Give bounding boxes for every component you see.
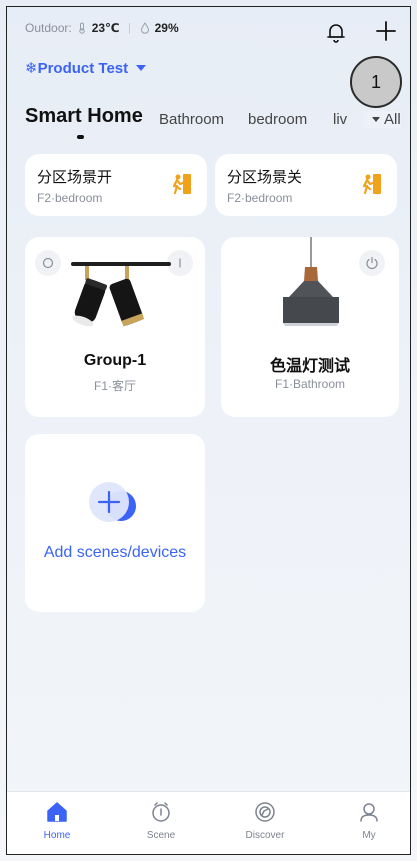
- tab-living[interactable]: liv: [333, 111, 347, 128]
- power-button[interactable]: [359, 250, 385, 276]
- nav-label: Scene: [146, 830, 176, 841]
- nav-label: Discover: [245, 830, 285, 841]
- home-selector[interactable]: ❄Product Test: [25, 59, 147, 77]
- scene-run-icon[interactable]: [361, 172, 383, 196]
- add-scenes-devices-card[interactable]: Add scenes/devices: [25, 434, 205, 612]
- step-marker: 1: [350, 56, 402, 108]
- all-label: All: [384, 111, 401, 128]
- tab-bathroom[interactable]: Bathroom: [159, 111, 224, 128]
- room-tabs: Smart Home Bathroom bedroom liv All: [25, 105, 405, 145]
- device-card-cct-lamp[interactable]: 色温灯测试 F1·Bathroom: [221, 237, 399, 417]
- active-tab-indicator: [77, 135, 84, 139]
- user-icon: [360, 803, 378, 822]
- scene-run-icon[interactable]: [171, 172, 193, 196]
- power-icon: [366, 256, 378, 270]
- device-select-button[interactable]: [35, 250, 61, 276]
- weather-status: Outdoor: 23℃ 29%: [25, 21, 179, 35]
- nav-my[interactable]: My: [329, 800, 409, 841]
- nav-scene[interactable]: Scene: [121, 800, 201, 841]
- home-icon: [47, 802, 67, 822]
- nav-discover[interactable]: Discover: [225, 800, 305, 841]
- device-card-group-1[interactable]: Group-1 F1·客厅: [25, 237, 205, 417]
- device-room: F1·客厅: [93, 379, 136, 393]
- nav-label: My: [362, 830, 376, 841]
- track-light-icon: [72, 266, 145, 327]
- humidity-value: 29%: [154, 21, 179, 35]
- humidity-icon: [140, 22, 149, 34]
- temperature-value: 23℃: [91, 21, 120, 35]
- outdoor-label: Outdoor:: [25, 21, 72, 35]
- all-rooms-dropdown[interactable]: All: [358, 111, 401, 128]
- device-name: 色温灯测试: [269, 358, 350, 375]
- nav-label: Home: [43, 830, 71, 841]
- home-name: ❄Product Test: [25, 60, 129, 77]
- caret-down-icon: [372, 117, 380, 122]
- power-line-icon: [179, 258, 181, 268]
- tab-bedroom[interactable]: bedroom: [248, 111, 307, 128]
- add-label: Add scenes/devices: [43, 544, 187, 561]
- add-device-icon: [89, 482, 136, 522]
- scene-card-on[interactable]: 分区场景开 F2·bedroom: [25, 154, 207, 216]
- nav-home[interactable]: Home: [17, 800, 97, 841]
- circle-icon: [42, 257, 54, 269]
- tab-smart-home[interactable]: Smart Home: [25, 105, 143, 128]
- device-room: F1·Bathroom: [274, 377, 346, 391]
- add-icon[interactable]: [374, 19, 398, 43]
- bell-icon[interactable]: [325, 21, 347, 43]
- compass-icon: [255, 802, 275, 822]
- thermometer-icon: [79, 22, 85, 34]
- scene-card-off[interactable]: 分区场景关 F2·bedroom: [215, 154, 397, 216]
- caret-down-icon: [136, 65, 147, 71]
- app-frame: Outdoor: 23℃ 29% ❄Product Test 1 Smart H…: [6, 6, 411, 855]
- pendant-lamp-icon: [283, 237, 339, 326]
- status-divider: [128, 22, 130, 34]
- device-name: Group-1: [83, 352, 147, 369]
- alarm-clock-icon: [152, 802, 170, 822]
- bottom-navigation: Home Scene Discover My: [7, 791, 410, 854]
